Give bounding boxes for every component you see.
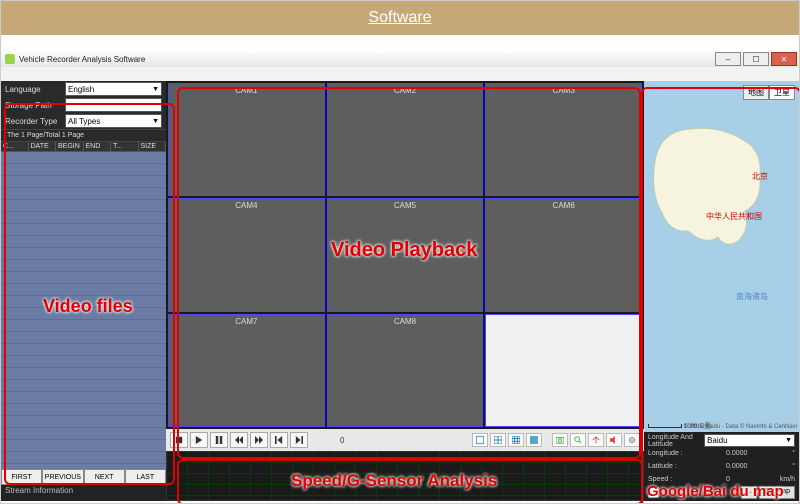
recorder-type-select[interactable]: All Types▼: [65, 114, 162, 128]
lng-value: 0.0000: [726, 450, 769, 457]
right-panel: 地图 卫星 北京 中华人民共和国 南海诸岛 1000 公里 © 2015 Bai…: [644, 81, 799, 501]
file-table-header: C...DATEBEGINENDT...SIZE: [1, 142, 166, 152]
storage-path-input[interactable]: [65, 98, 162, 112]
cam-7[interactable]: CAM7: [168, 314, 325, 427]
settings-icon[interactable]: [624, 433, 640, 447]
stop-button[interactable]: [170, 432, 188, 448]
map-view[interactable]: 地图 卫星 北京 中华人民共和国 南海诸岛 1000 公里 © 2015 Bai…: [644, 81, 799, 432]
forward-button[interactable]: [250, 432, 268, 448]
play-button[interactable]: [190, 432, 208, 448]
set-map-button[interactable]: Set Map: [759, 486, 795, 499]
coordinate-panel: Longitude And Latitude Baidu▼ Longitude …: [644, 432, 799, 501]
window-title: Vehicle Recorder Analysis Software: [19, 55, 145, 64]
export-icon[interactable]: [588, 433, 604, 447]
cam-1[interactable]: CAM1: [168, 83, 325, 196]
lat-label: Latitude :: [648, 463, 726, 470]
layout-9-icon[interactable]: [508, 433, 524, 447]
speed-gsensor-chart[interactable]: [166, 451, 644, 501]
lnglat-select[interactable]: Baidu▼: [704, 434, 795, 447]
prev-frame-button[interactable]: [270, 432, 288, 448]
map-attribution: © 2015 Baidu - Data © NavInfo & CenNavi: [684, 424, 797, 430]
zoom-icon[interactable]: [570, 433, 586, 447]
cam-3[interactable]: CAM3: [485, 83, 642, 196]
next-frame-button[interactable]: [290, 432, 308, 448]
speed-label: Speed :: [648, 476, 726, 483]
speed-readout: 0: [340, 436, 344, 445]
playback-toolbar: 0: [166, 429, 644, 451]
cam-2[interactable]: CAM2: [327, 83, 484, 196]
rewind-button[interactable]: [230, 432, 248, 448]
cam-6[interactable]: CAM6: [485, 198, 642, 311]
status-bar: Stream Information: [1, 485, 166, 501]
app-icon: [5, 54, 15, 64]
layout-16-icon[interactable]: [526, 433, 542, 447]
map-city-label: 北京: [752, 171, 768, 182]
storage-label: Storage Path: [5, 101, 65, 110]
lnglat-label: Longitude And Latitude: [648, 434, 704, 448]
chevron-down-icon: ▼: [152, 118, 159, 125]
minimize-button[interactable]: –: [715, 52, 741, 66]
page-header: Software: [1, 1, 799, 35]
pager-text: The 1 Page/Total 1 Page: [1, 129, 166, 142]
file-table-body[interactable]: [1, 152, 166, 469]
cam-blank: [485, 314, 642, 427]
snapshot-icon[interactable]: [552, 433, 568, 447]
recorder-type-label: Recorder Type: [5, 117, 65, 126]
speed-value: 0: [726, 476, 769, 483]
chevron-down-icon: ▼: [152, 86, 159, 93]
cam-5[interactable]: CAM5: [327, 198, 484, 311]
pause-button[interactable]: [210, 432, 228, 448]
cam-8[interactable]: CAM8: [327, 314, 484, 427]
video-grid: CAM1 CAM2 CAM3 CAM4 CAM5 CAM6 CAM7 CAM8: [166, 81, 644, 429]
last-button[interactable]: LAST: [125, 469, 166, 485]
gps-file-label: GPS File: [662, 489, 690, 496]
layout-1-icon[interactable]: [472, 433, 488, 447]
center-panel: CAM1 CAM2 CAM3 CAM4 CAM5 CAM6 CAM7 CAM8 …: [166, 81, 644, 501]
lat-value: 0.0000: [726, 463, 769, 470]
language-select[interactable]: English▼: [65, 82, 162, 96]
map-tab-satellite[interactable]: 卫星: [769, 85, 795, 100]
lng-label: Longitude :: [648, 450, 726, 457]
map-sea-label: 南海诸岛: [736, 291, 768, 302]
window-titlebar: Vehicle Recorder Analysis Software – ☐ ✕: [1, 51, 799, 67]
left-panel: Language English▼ Storage Path Recorder …: [1, 81, 166, 501]
chevron-down-icon: ▼: [785, 437, 792, 444]
map-tab-map[interactable]: 地图: [743, 85, 769, 100]
browse-button[interactable]: ...: [741, 486, 757, 499]
gps-file-checkbox[interactable]: [648, 487, 659, 498]
map-land-icon: [650, 121, 770, 251]
maximize-button[interactable]: ☐: [743, 52, 769, 66]
cam-4[interactable]: CAM4: [168, 198, 325, 311]
volume-icon[interactable]: [606, 433, 622, 447]
close-button[interactable]: ✕: [771, 52, 797, 66]
previous-button[interactable]: PREVIOUS: [42, 469, 83, 485]
next-button[interactable]: NEXT: [84, 469, 125, 485]
layout-4-icon[interactable]: [490, 433, 506, 447]
first-button[interactable]: FIRST: [1, 469, 42, 485]
map-country-label: 中华人民共和国: [706, 211, 762, 222]
menu-bar[interactable]: [1, 67, 799, 81]
language-label: Language: [5, 85, 65, 94]
